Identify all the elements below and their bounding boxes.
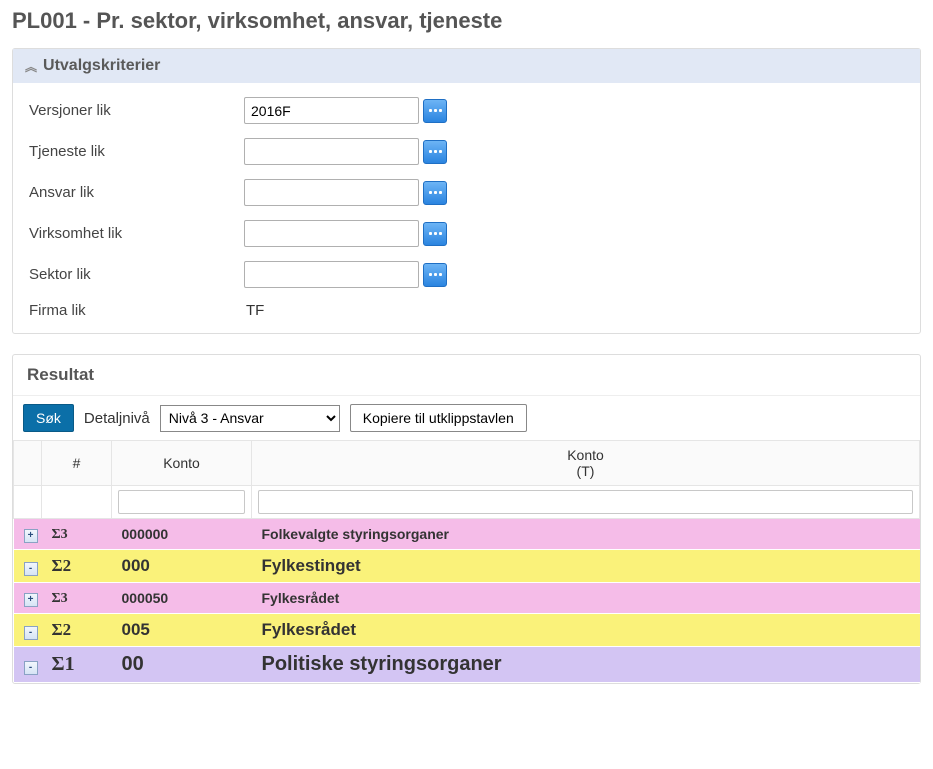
col-header-expand <box>14 441 42 486</box>
table-row[interactable]: + Σ3 000000 Folkevalgte styringsorganer <box>14 519 920 550</box>
ellipsis-icon <box>429 109 442 112</box>
cell-konto: 005 <box>112 614 252 647</box>
filter-konto-t-input[interactable] <box>258 490 913 514</box>
input-versjoner[interactable] <box>244 97 419 124</box>
input-sektor[interactable] <box>244 261 419 288</box>
label-firma: Firma lik <box>29 302 244 319</box>
filter-konto-input[interactable] <box>118 490 245 514</box>
label-ansvar: Ansvar lik <box>29 184 244 201</box>
sigma-level: Σ2 <box>52 556 72 575</box>
sigma-level: Σ3 <box>52 591 68 606</box>
result-panel-title: Resultat <box>13 355 920 396</box>
lookup-ansvar-button[interactable] <box>423 181 447 205</box>
cell-konto: 000000 <box>112 519 252 550</box>
cell-text: Politiske styringsorganer <box>252 647 920 683</box>
criteria-row-virksomhet: Virksomhet lik <box>29 220 904 247</box>
lookup-tjeneste-button[interactable] <box>423 140 447 164</box>
label-versjoner: Versjoner lik <box>29 102 244 119</box>
label-tjeneste: Tjeneste lik <box>29 143 244 160</box>
col-header-konto-t-line2: (T) <box>577 463 595 479</box>
cell-text: Fylkesrådet <box>252 614 920 647</box>
lookup-virksomhet-button[interactable] <box>423 222 447 246</box>
lookup-sektor-button[interactable] <box>423 263 447 287</box>
criteria-body: Versjoner lik Tjeneste lik Ansvar lik <box>13 83 920 333</box>
criteria-row-tjeneste: Tjeneste lik <box>29 138 904 165</box>
search-button[interactable]: Søk <box>23 404 74 432</box>
detail-level-label: Detaljnivå <box>84 410 150 427</box>
input-ansvar[interactable] <box>244 179 419 206</box>
expand-icon[interactable]: + <box>24 593 38 607</box>
label-virksomhet: Virksomhet lik <box>29 225 244 242</box>
table-row[interactable]: - Σ2 005 Fylkesrådet <box>14 614 920 647</box>
col-header-konto[interactable]: Konto <box>112 441 252 486</box>
collapse-icon[interactable]: - <box>24 626 38 640</box>
sigma-level: Σ1 <box>52 653 75 675</box>
detail-level-select[interactable]: Nivå 3 - Ansvar <box>160 405 340 432</box>
collapse-icon[interactable]: - <box>24 661 38 675</box>
grid-filter-row <box>14 486 920 519</box>
ellipsis-icon <box>429 150 442 153</box>
col-header-konto-t[interactable]: Konto (T) <box>252 441 920 486</box>
label-sektor: Sektor lik <box>29 266 244 283</box>
lookup-versjoner-button[interactable] <box>423 99 447 123</box>
copy-clipboard-button[interactable]: Kopiere til utklippstavlen <box>350 404 527 432</box>
criteria-panel-title: Utvalgskriterier <box>43 57 160 75</box>
result-panel: Resultat Søk Detaljnivå Nivå 3 - Ansvar … <box>12 354 921 684</box>
criteria-row-sektor: Sektor lik <box>29 261 904 288</box>
criteria-row-firma: Firma lik TF <box>29 302 904 319</box>
sigma-level: Σ3 <box>52 527 68 542</box>
cell-text: Folkevalgte styringsorganer <box>252 519 920 550</box>
criteria-row-ansvar: Ansvar lik <box>29 179 904 206</box>
cell-konto: 000050 <box>112 583 252 614</box>
grid-body: + Σ3 000000 Folkevalgte styringsorganer … <box>14 519 920 683</box>
criteria-row-versjoner: Versjoner lik <box>29 97 904 124</box>
input-tjeneste[interactable] <box>244 138 419 165</box>
ellipsis-icon <box>429 273 442 276</box>
result-grid: # Konto Konto (T) + Σ3 000000 Folkevalgt… <box>13 440 920 683</box>
value-firma: TF <box>244 302 264 319</box>
table-row[interactable]: - Σ2 000 Fylkestinget <box>14 550 920 583</box>
criteria-panel: ︽ Utvalgskriterier Versjoner lik Tjenest… <box>12 48 921 334</box>
table-row[interactable]: + Σ3 000050 Fylkesrådet <box>14 583 920 614</box>
result-toolbar: Søk Detaljnivå Nivå 3 - Ansvar Kopiere t… <box>13 396 920 440</box>
cell-text: Fylkestinget <box>252 550 920 583</box>
grid-header-row: # Konto Konto (T) <box>14 441 920 486</box>
cell-konto: 00 <box>112 647 252 683</box>
expand-icon[interactable]: + <box>24 529 38 543</box>
ellipsis-icon <box>429 232 442 235</box>
chevron-up-icon: ︽ <box>25 58 37 75</box>
col-header-konto-t-line1: Konto <box>567 447 604 463</box>
collapse-icon[interactable]: - <box>24 562 38 576</box>
page-title: PL001 - Pr. sektor, virksomhet, ansvar, … <box>12 8 921 34</box>
sigma-level: Σ2 <box>52 620 72 639</box>
table-row[interactable]: - Σ1 00 Politiske styringsorganer <box>14 647 920 683</box>
col-header-num[interactable]: # <box>42 441 112 486</box>
ellipsis-icon <box>429 191 442 194</box>
cell-konto: 000 <box>112 550 252 583</box>
cell-text: Fylkesrådet <box>252 583 920 614</box>
criteria-panel-header[interactable]: ︽ Utvalgskriterier <box>13 49 920 83</box>
input-virksomhet[interactable] <box>244 220 419 247</box>
